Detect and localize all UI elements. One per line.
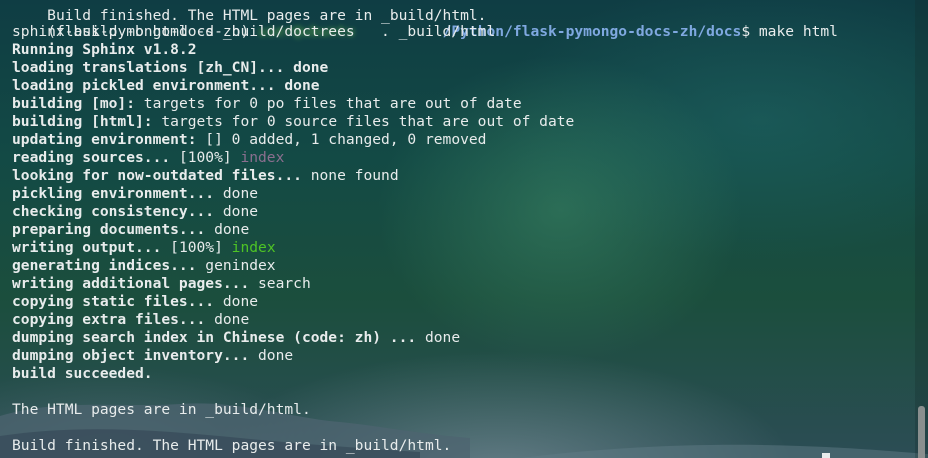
output-line-pickling: pickling environment... done: [12, 185, 259, 202]
command-text: make html: [758, 23, 838, 40]
output-line-running-sphinx: Running Sphinx v1.8.2: [12, 41, 197, 58]
output-line-writing-output: writing output... [100%] index: [12, 239, 276, 256]
terminal-window[interactable]: Build finished. The HTML pages are in _b…: [0, 0, 928, 458]
output-line-building-mo: building [mo]: targets for 0 po files th…: [12, 95, 522, 112]
output-line-translations: loading translations [zh_CN]... done: [12, 59, 329, 76]
output-line-building-html: building [html]: targets for 0 source fi…: [12, 113, 575, 130]
output-line-preparing: preparing documents... done: [12, 221, 250, 238]
writing-index-text: index: [231, 239, 276, 256]
prompt-symbol: $: [741, 23, 759, 40]
scrollbar-thumb[interactable]: [918, 406, 925, 458]
output-line-search-index: dumping search index in Chinese (code: z…: [12, 329, 461, 346]
output-line-extra-files: copying extra files... done: [12, 311, 250, 328]
output-line-pickled-env: loading pickled environment... done: [12, 77, 320, 94]
output-line-outdated-files: looking for now-outdated files... none f…: [12, 167, 399, 184]
terminal-scrollbar[interactable]: [915, 0, 928, 458]
output-line-sphinx-build: sphinx-build -b html -d _build/doctrees …: [12, 23, 496, 40]
output-line-indices: generating indices... genindex: [12, 257, 276, 274]
output-line-build-succeeded: build succeeded.: [12, 365, 153, 382]
output-line-additional-pages: writing additional pages... search: [12, 275, 311, 292]
output-line-build-finished: Build finished. The HTML pages are in _b…: [12, 437, 452, 454]
prompt-line: (flask-pymongo-docs-zh) user@ubuntu /Pyt…: [12, 5, 838, 40]
output-line-reading-sources: reading sources... [100%] index: [12, 149, 285, 166]
output-line-object-inventory: dumping object inventory... done: [12, 347, 294, 364]
text-cursor: [822, 453, 830, 458]
reading-index-text: index: [240, 149, 285, 166]
output-line-consistency: checking consistency... done: [12, 203, 259, 220]
output-line-updating-env: updating environment: [] 0 added, 1 chan…: [12, 131, 487, 148]
output-line-html-pages: The HTML pages are in _build/html.: [12, 401, 311, 418]
output-line-static-files: copying static files... done: [12, 293, 259, 310]
